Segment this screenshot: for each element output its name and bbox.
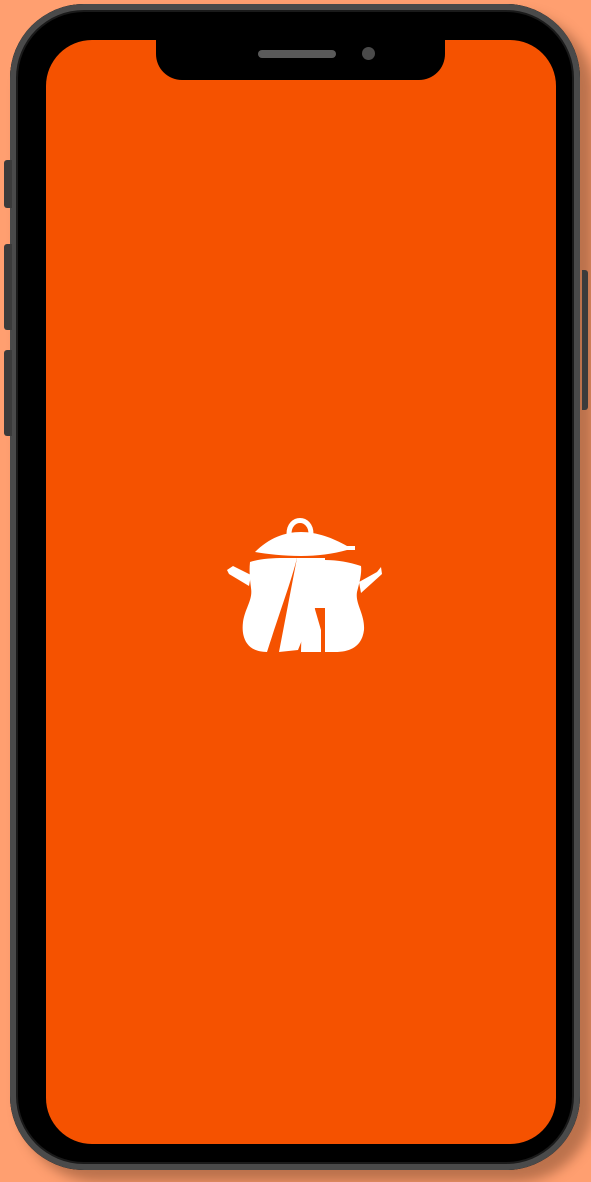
volume-down-button [4, 350, 12, 436]
power-button [582, 270, 588, 410]
notch [156, 40, 445, 80]
cooking-pot-logo-icon [227, 518, 382, 652]
app-logo [221, 512, 387, 658]
speaker-grille [258, 50, 336, 58]
front-camera [362, 47, 375, 60]
mute-switch [4, 160, 12, 208]
volume-up-button [4, 244, 12, 330]
